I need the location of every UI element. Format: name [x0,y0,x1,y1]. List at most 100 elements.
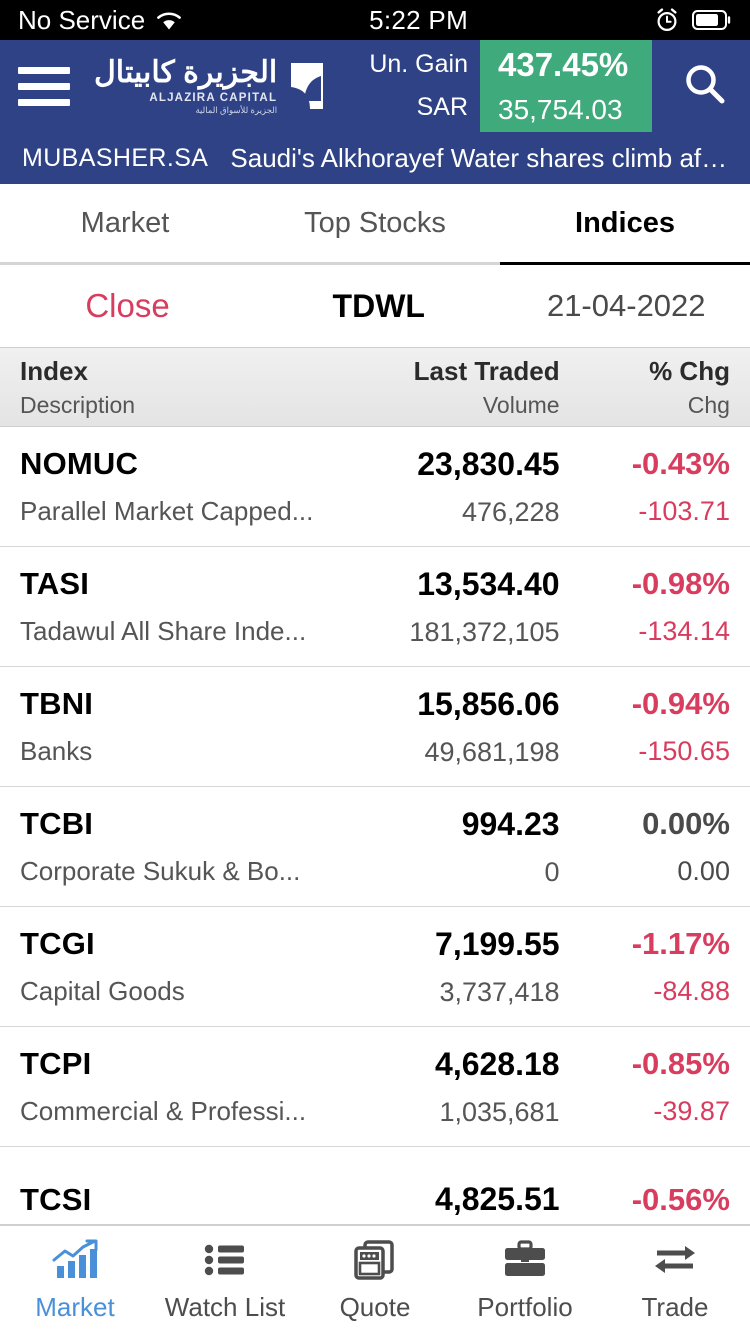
table-row[interactable]: TCPI Commercial & Professi... 4,628.18 1,03… [0,1027,750,1147]
header-pct-chg-label: % Chg [649,355,730,386]
row-last-traded-cell: 4,825.51 [318,1181,560,1224]
nav-item-watch-list[interactable]: Watch List [150,1237,300,1323]
row-change-cell: -0.43% -103.71 [560,446,730,527]
gain-label: Un. Gain [369,50,468,78]
bar-chart-trend-icon [51,1237,99,1283]
row-symbol: NOMUC [20,446,139,481]
row-pct-change: -0.85% [631,1046,730,1081]
market-code-label: TDWL [332,287,425,324]
row-last-traded-cell: 4,628.18 1,035,681 [318,1046,560,1128]
row-index-cell: TCPI Commercial & Professi... [20,1046,318,1127]
wifi-icon [155,10,183,30]
table-row[interactable]: TCSI 4,825.51 -0.56% [0,1147,750,1224]
battery-icon [692,9,732,31]
carrier-label: No Service [18,4,146,35]
header-volume-label: Volume [482,391,560,418]
hamburger-bar [18,66,70,74]
table-header-last-traded[interactable]: Last Traded Volume [318,356,560,419]
table-header-pct-change[interactable]: % Chg Chg [560,356,730,419]
market-status-label[interactable]: Close [0,287,255,325]
row-volume: 476,228 [461,496,560,527]
ticker-headline: Saudi's Alkhorayef Water shares climb af… [230,142,728,173]
cards-stack-icon [351,1237,399,1283]
row-pct-change: -0.98% [631,566,730,601]
row-change-cell: -0.85% -39.87 [560,1046,730,1127]
alarm-clock-icon [654,7,680,33]
table-header: Index Description Last Traded Volume % C… [0,347,750,427]
nav-item-trade[interactable]: Trade [600,1237,750,1323]
currency-label: SAR [416,93,468,121]
row-change: -39.87 [653,1096,730,1126]
news-ticker[interactable]: MUBASHER.SA Saudi's Alkhorayef Water sha… [0,132,750,184]
gain-labels: Un. Gain SAR [369,40,480,132]
brand-text: الجزيرة كابيتال ALJAZIRA CAPITAL الجزيرة… [94,55,278,115]
row-description: Capital Goods [20,976,185,1006]
row-description: Corporate Sukuk & Bo... [20,856,301,886]
table-row[interactable]: TBNI Banks 15,856.06 49,681,198 -0.94% -150.6… [0,667,750,787]
unrealized-gain-widget[interactable]: Un. Gain SAR 437.45% 35,754.03 [369,40,652,132]
row-pct-change: 0.00% [642,806,730,841]
row-symbol: TCBI [20,806,94,841]
row-last-traded-cell: 994.23 0 [318,806,560,888]
row-symbol: TCGI [20,926,95,961]
row-index-cell: TBNI Banks [20,686,318,767]
brand-logo[interactable]: الجزيرة كابيتال ALJAZIRA CAPITAL الجزيرة… [94,55,329,115]
row-description: Commercial & Professi... [20,1096,307,1126]
row-volume: 1,035,681 [439,1096,560,1127]
table-header-index[interactable]: Index Description [20,356,318,419]
row-symbol: TASI [20,566,90,601]
list-icon [201,1237,249,1283]
row-change: -134.14 [638,616,730,646]
hamburger-bar [18,98,70,106]
row-index-cell: NOMUC Parallel Market Capped... [20,446,318,527]
header-description-label: Description [20,391,136,418]
row-symbol: TBNI [20,686,94,721]
brand-subtitle-arabic: الجزيرة للأسواق المالية [195,105,278,115]
row-volume: 49,681,198 [424,736,560,767]
row-pct-change: -0.43% [631,446,730,481]
indices-table[interactable]: NOMUC Parallel Market Capped... 23,830.45 4… [0,427,750,1224]
table-row[interactable]: TCBI Corporate Sukuk & Bo... 994.23 0 0.00% 0… [0,787,750,907]
row-change: -84.88 [653,976,730,1006]
row-last-traded-cell: 7,199.55 3,737,418 [318,926,560,1008]
bottom-navigation: Market Watch List Quote Portfolio Trade [0,1224,750,1334]
hamburger-bar [18,82,70,90]
nav-item-market[interactable]: Market [0,1237,150,1323]
tab-indices[interactable]: Indices [500,184,750,262]
row-volume: 3,737,418 [439,976,560,1007]
nav-item-quote[interactable]: Quote [300,1237,450,1323]
hamburger-menu-icon[interactable] [18,66,70,106]
status-bar-right [654,7,732,33]
row-volume: 0 [544,856,560,887]
table-row[interactable]: NOMUC Parallel Market Capped... 23,830.45 4… [0,427,750,547]
tab-top-stocks[interactable]: Top Stocks [250,184,500,262]
row-change-cell: -0.94% -150.65 [560,686,730,767]
row-pct-change: -1.17% [631,926,730,961]
row-change-cell: 0.00% 0.00 [560,806,730,887]
row-change-cell: -0.98% -134.14 [560,566,730,647]
row-last-traded-cell: 15,856.06 49,681,198 [318,686,559,768]
nav-label-trade: Trade [641,1292,709,1322]
row-change: -150.65 [638,736,730,766]
row-last-traded-cell: 13,534.40 181,372,105 [318,566,559,648]
row-last-traded-cell: 23,830.45 476,228 [318,446,559,528]
aljazira-logo-icon [285,60,329,112]
row-description: Banks [20,736,93,766]
nav-item-portfolio[interactable]: Portfolio [450,1237,600,1323]
row-change-cell: -1.17% -84.88 [560,926,730,1007]
table-row[interactable]: TASI Tadawul All Share Inde... 13,534.40 18… [0,547,750,667]
gain-percent-value: 437.45% [498,46,629,83]
tab-market[interactable]: Market [0,184,250,262]
brand-name-arabic: الجزيرة كابيتال [94,55,278,89]
row-symbol: TCSI [20,1181,92,1217]
row-volume: 181,372,105 [409,616,560,647]
row-pct-change: -0.94% [631,686,730,721]
status-bar: No Service 5:22 PM [0,0,750,40]
search-icon[interactable] [682,61,728,112]
brand-name-english: ALJAZIRA CAPITAL [149,91,278,104]
row-change: -103.71 [638,496,730,526]
tab-bar: Market Top Stocks Indices [0,184,750,262]
header-index-label: Index [20,355,88,386]
table-row[interactable]: TCGI Capital Goods 7,199.55 3,737,418 -1.17%… [0,907,750,1027]
row-last-traded: 4,825.51 [435,1181,560,1217]
